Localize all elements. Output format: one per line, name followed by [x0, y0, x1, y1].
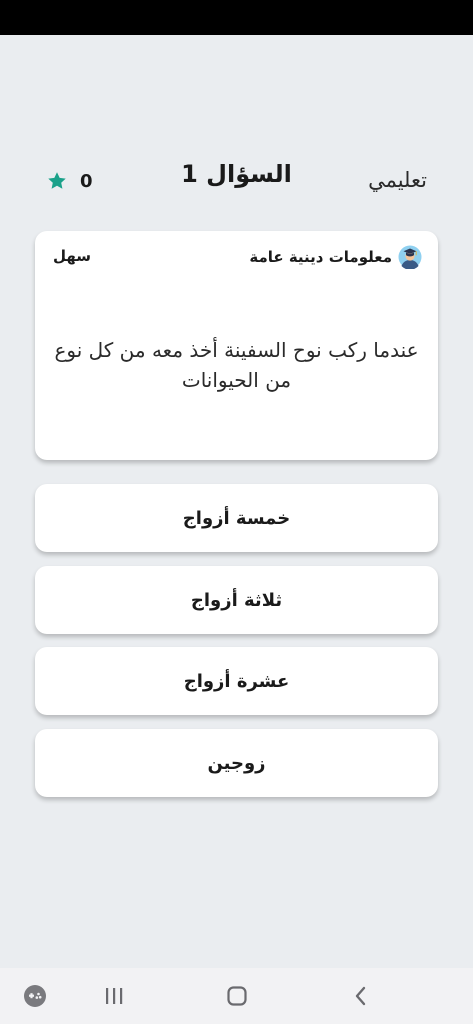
- category: معلومات دينية عامة: [249, 245, 422, 269]
- system-nav-bar: [0, 968, 473, 1024]
- answer-option-1[interactable]: خمسة أزواج: [35, 484, 438, 552]
- question-text: عندما ركب نوح السفينة أخذ معه من كل نوع …: [54, 338, 419, 392]
- home-icon[interactable]: [223, 982, 251, 1010]
- recent-apps-icon[interactable]: [100, 982, 128, 1010]
- score-display: 0: [46, 170, 93, 192]
- quiz-header: تعليمي السؤال 1 0: [0, 150, 473, 214]
- answer-option-2[interactable]: ثلاثة أزواج: [35, 566, 438, 634]
- answer-option-4[interactable]: زوجين: [35, 729, 438, 797]
- student-avatar-icon: [398, 245, 422, 269]
- status-bar: [0, 0, 473, 35]
- difficulty-label: سهل: [53, 247, 92, 265]
- score-value: 0: [80, 170, 93, 192]
- question-card: معلومات دينية عامة سهل عندما ركب نوح الس…: [35, 231, 438, 460]
- game-launcher-icon[interactable]: [21, 982, 49, 1010]
- answer-option-3[interactable]: عشرة أزواج: [35, 647, 438, 715]
- back-icon[interactable]: [347, 982, 375, 1010]
- category-label: معلومات دينية عامة: [249, 248, 392, 266]
- star-icon: [46, 170, 68, 192]
